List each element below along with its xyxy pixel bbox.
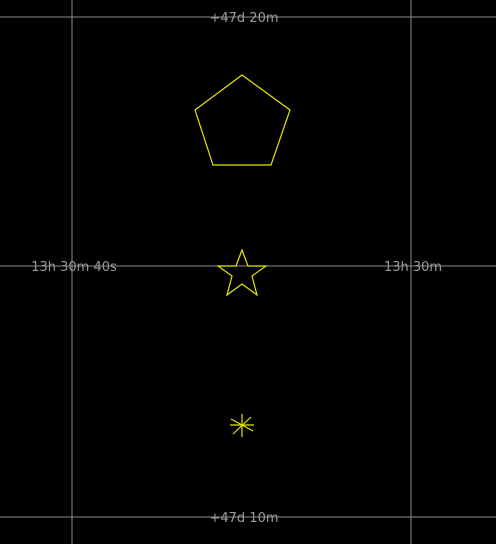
sky-chart[interactable]: +47d 20m +47d 10m 13h 30m 40s 13h 30m: [0, 0, 496, 544]
grid-label-dec-bottom: +47d 10m: [209, 511, 278, 526]
grid-label-dec-top: +47d 20m: [209, 11, 278, 26]
grid-label-ra-right: 13h 30m: [384, 260, 442, 275]
grid-label-ra-left: 13h 30m 40s: [31, 260, 117, 275]
